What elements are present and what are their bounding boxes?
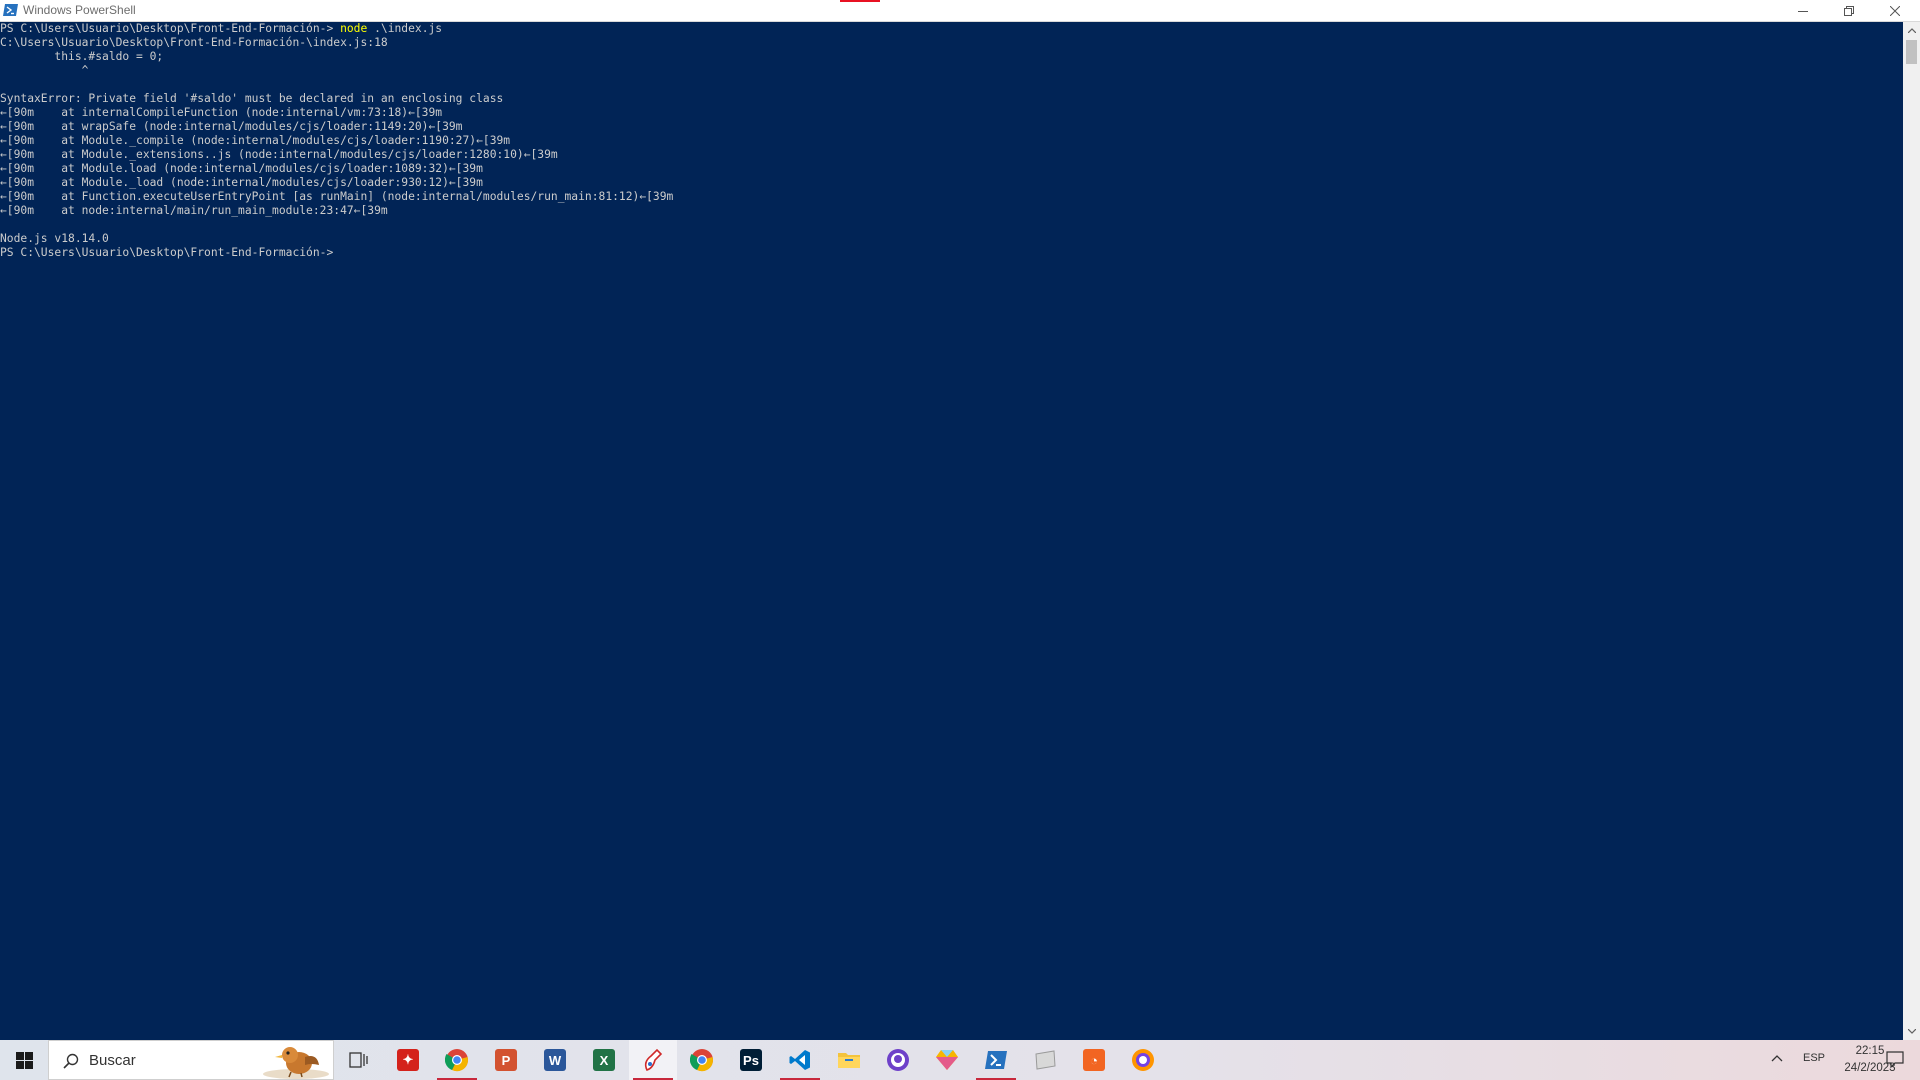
window-focus-indicator — [840, 0, 880, 2]
console-line: C:\Users\Usuario\Desktop\Front-End-Forma… — [0, 36, 388, 49]
console-line: PS C:\Users\Usuario\Desktop\Front-End-Fo… — [0, 22, 1903, 36]
console-output[interactable]: PS C:\Users\Usuario\Desktop\Front-End-Fo… — [0, 22, 1903, 1040]
console-line: ←[90m at node:internal/main/run_main_mod… — [0, 204, 388, 217]
window-title: Windows PowerShell — [23, 3, 136, 17]
chevron-up-icon — [1907, 28, 1916, 33]
taskbar-app-word[interactable]: W — [531, 1040, 579, 1080]
input-language-indicator[interactable]: ESP — [1803, 1052, 1825, 1064]
minimize-icon — [1798, 11, 1808, 12]
taskbar-app-task-view[interactable] — [335, 1040, 383, 1080]
chevron-down-icon — [1907, 1029, 1916, 1034]
vertical-scrollbar[interactable] — [1903, 22, 1920, 1040]
diamond-icon — [935, 1049, 959, 1071]
scroll-down-button[interactable] — [1903, 1023, 1920, 1040]
powerpoint-icon: P — [495, 1049, 517, 1071]
acrobat-icon: ✦ — [397, 1049, 419, 1071]
restore-icon — [1844, 6, 1854, 16]
console-line: ←[90m at Module.load (node:internal/modu… — [0, 162, 483, 175]
console-text: PS C:\Users\Usuario\Desktop\Front-End-Fo… — [0, 22, 1903, 260]
scroll-up-button[interactable] — [1903, 22, 1920, 39]
close-icon — [1890, 6, 1900, 16]
powershell-icon — [984, 1050, 1008, 1070]
start-button[interactable] — [0, 1040, 48, 1080]
photoshop-icon: Ps — [740, 1049, 762, 1071]
console-line: ←[90m at Function.executeUserEntryPoint … — [0, 190, 674, 203]
taskbar-search-box[interactable]: Buscar — [48, 1040, 334, 1080]
restore-button[interactable] — [1826, 0, 1872, 22]
app-icon — [1033, 1050, 1057, 1070]
chrome-icon — [690, 1048, 714, 1072]
excel-icon: X — [593, 1049, 615, 1071]
search-highlight-illustration-icon — [263, 1047, 329, 1079]
console-line: ←[90m at Module._extensions..js (node:in… — [0, 148, 558, 161]
console-line: this.#saldo = 0; — [0, 50, 164, 63]
taskbar-app-file-explorer[interactable] — [825, 1040, 873, 1080]
close-button[interactable] — [1872, 0, 1918, 22]
show-hidden-icons-chevron-up-icon[interactable] — [1770, 1052, 1784, 1066]
console-line: ^ — [0, 64, 89, 77]
taskbar-app-generic-app[interactable] — [1021, 1040, 1069, 1080]
taskbar-app-acrobat[interactable]: ✦ — [384, 1040, 432, 1080]
console-command-args: .\index.js — [367, 22, 443, 35]
console-command: node — [340, 22, 368, 35]
console-prompt: PS C:\Users\Usuario\Desktop\Front-End-Fo… — [0, 22, 341, 35]
taskbar-app-orange-app[interactable]: ◔ — [1070, 1040, 1118, 1080]
console-line: PS C:\Users\Usuario\Desktop\Front-End-Fo… — [0, 246, 341, 259]
powershell-icon — [3, 4, 18, 16]
scrollbar-thumb[interactable] — [1906, 40, 1917, 64]
search-placeholder: Buscar — [89, 1052, 136, 1069]
paint-icon — [641, 1048, 665, 1072]
taskbar: Buscar ✦ P W X Ps ◔ ESP 22:15 24/2/2023 — [0, 1040, 1920, 1080]
notification-center-icon[interactable] — [1886, 1050, 1904, 1068]
chrome-icon — [445, 1048, 469, 1072]
browser-icon — [1131, 1048, 1155, 1072]
taskbar-app-powershell[interactable] — [972, 1040, 1020, 1080]
taskbar-app-chrome[interactable] — [678, 1040, 726, 1080]
window-titlebar[interactable]: Windows PowerShell — [0, 0, 1920, 22]
minimize-button[interactable] — [1780, 0, 1826, 22]
word-icon: W — [544, 1049, 566, 1071]
taskbar-app-sketch-app[interactable] — [923, 1040, 971, 1080]
taskbar-app-paint[interactable] — [629, 1040, 677, 1080]
task-view-icon — [349, 1051, 369, 1069]
taskbar-app-excel[interactable]: X — [580, 1040, 628, 1080]
windows-logo-icon — [15, 1051, 33, 1069]
console-line: Node.js v18.14.0 — [0, 232, 109, 245]
orange-app-icon: ◔ — [1083, 1049, 1105, 1071]
taskbar-app-vscode[interactable] — [776, 1040, 824, 1080]
taskbar-app-github-desktop[interactable] — [874, 1040, 922, 1080]
console-line: SyntaxError: Private field '#saldo' must… — [0, 92, 504, 105]
taskbar-app-firefox-like[interactable] — [1119, 1040, 1167, 1080]
vscode-icon — [788, 1048, 812, 1072]
console-line: ←[90m at Module._compile (node:internal/… — [0, 134, 511, 147]
console-line: ←[90m at wrapSafe (node:internal/modules… — [0, 120, 463, 133]
taskbar-app-photoshop[interactable]: Ps — [727, 1040, 775, 1080]
taskbar-app-powerpoint[interactable]: P — [482, 1040, 530, 1080]
search-icon — [63, 1053, 79, 1069]
taskbar-app-chrome-profile[interactable] — [433, 1040, 481, 1080]
github-icon — [886, 1048, 910, 1072]
console-line: ←[90m at internalCompileFunction (node:i… — [0, 106, 443, 119]
console-line: ←[90m at Module._load (node:internal/mod… — [0, 176, 483, 189]
folder-icon — [837, 1050, 861, 1070]
